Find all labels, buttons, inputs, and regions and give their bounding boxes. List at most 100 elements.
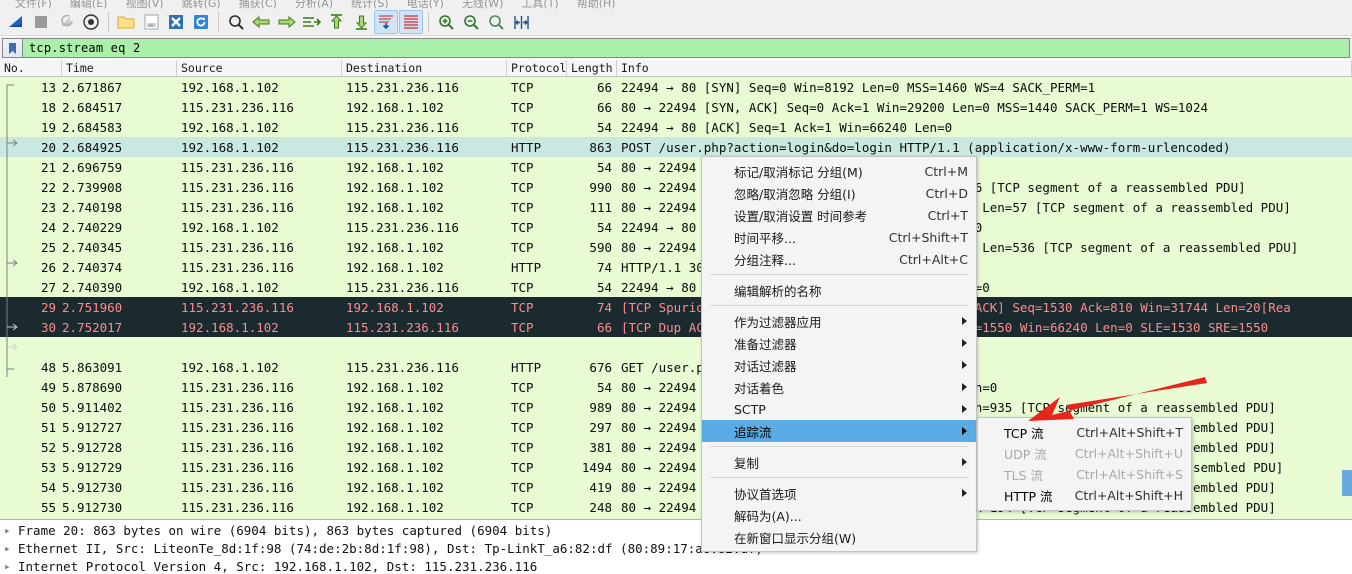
auto-scroll-icon[interactable] [374,10,398,34]
context-menu-item[interactable]: 时间平移... Ctrl+Shift+T [702,226,976,248]
follow-stream-item[interactable]: HTTP 流 Ctrl+Alt+Shift+H [978,485,1191,506]
packet-cell-no: 26 [40,259,56,275]
context-menu-item[interactable]: 设置/取消设置 时间参考 Ctrl+T [702,204,976,226]
column-header-time[interactable]: Time [62,60,177,76]
follow-stream-submenu[interactable]: TCP 流 Ctrl+Alt+Shift+T UDP 流 Ctrl+Alt+Shift… [977,417,1192,511]
packet-list-scrollbar-thumb[interactable] [1342,470,1352,496]
menu-go[interactable]: 跳转(G) [173,0,230,9]
column-header-protocol[interactable]: Protocol [507,60,567,76]
packet-cell-protocol: TCP [511,479,534,495]
menu-file[interactable]: 文件(F) [6,0,61,9]
context-menu-item[interactable]: 协议首选项 [702,482,976,504]
packet-details-pane[interactable]: ▸ Frame 20: 863 bytes on wire (6904 bits… [0,521,1352,574]
menu-edit[interactable]: 编辑(E) [61,0,117,9]
packet-cell-destination: 192.168.1.102 [346,379,444,395]
table-row[interactable]: 24 2.740229 192.168.1.102 115.231.236.116 TC… [0,217,1352,237]
column-header-info[interactable]: Info [617,60,1352,76]
context-menu-item[interactable]: 对话着色 [702,376,976,398]
menu-wireless[interactable]: 无线(W) [453,0,512,9]
table-row[interactable]: 13 2.671867 192.168.1.102 115.231.236.116 TC… [0,77,1352,97]
follow-stream-item[interactable]: TCP 流 Ctrl+Alt+Shift+T [978,422,1191,443]
start-capture-icon[interactable] [4,10,28,34]
go-to-last-icon[interactable] [349,10,373,34]
context-menu-item[interactable]: 作为过滤器应用 [702,310,976,332]
capture-options-icon[interactable] [79,10,103,34]
context-menu-item[interactable]: 对话过滤器 [702,354,976,376]
context-menu-item[interactable]: 在新窗口显示分组(W) [702,526,976,548]
context-menu-item[interactable]: 追踪流 [702,420,976,442]
stop-capture-icon[interactable] [29,10,53,34]
chevron-right-icon[interactable]: ▸ [4,542,18,555]
context-menu-item[interactable]: 复制 [702,451,976,473]
save-file-icon[interactable]: xls [139,10,163,34]
table-row[interactable]: 27 2.740390 192.168.1.102 115.231.236.116 TC… [0,277,1352,297]
table-row[interactable]: 25 2.740345 115.231.236.116 192.168.1.102 TC… [0,237,1352,257]
context-menu-item[interactable]: 编辑解析的名称 [702,279,976,301]
column-header-source[interactable]: Source [177,60,342,76]
table-row[interactable]: 26 2.740374 115.231.236.116 192.168.1.102 HT… [0,257,1352,277]
table-row[interactable]: 48 5.863091 192.168.1.102 115.231.236.116 HT… [0,357,1352,377]
context-menu-item[interactable]: 忽略/取消忽略 分组(I) Ctrl+D [702,182,976,204]
table-row[interactable]: 21 2.696759 115.231.236.116 192.168.1.102 TC… [0,157,1352,177]
menu-help[interactable]: 帮助(H) [568,0,625,9]
table-row[interactable]: 29 2.751960 115.231.236.116 192.168.1.102 TC… [0,297,1352,317]
colorize-icon[interactable] [399,10,423,34]
bookmark-icon[interactable] [3,39,23,57]
resize-columns-icon[interactable] [509,10,533,34]
open-file-icon[interactable] [114,10,138,34]
packet-cell-protocol: TCP [507,520,567,521]
table-row[interactable]: 30 2.752017 192.168.1.102 115.231.236.116 TC… [0,317,1352,337]
packet-cell-length: 66 [596,319,612,335]
restart-capture-icon[interactable] [54,10,78,34]
menu-tools[interactable]: 工具(T) [512,0,567,9]
packet-cell-time: 2.740229 [62,219,123,235]
context-menu-item[interactable]: 准备过滤器 [702,332,976,354]
go-back-icon[interactable] [249,10,273,34]
context-menu-item[interactable]: 标记/取消标记 分组(M) Ctrl+M [702,160,976,182]
packet-context-menu[interactable]: 标记/取消标记 分组(M) Ctrl+M 忽略/取消忽略 分组(I) Ctrl+D 设置… [701,156,977,552]
go-forward-icon[interactable] [274,10,298,34]
find-packet-icon[interactable] [224,10,248,34]
zoom-in-icon[interactable] [434,10,458,34]
menu-telephony[interactable]: 电话(Y) [398,0,453,9]
chevron-right-icon[interactable]: ▸ [4,560,18,573]
go-to-packet-icon[interactable] [299,10,323,34]
context-menu-item[interactable]: 分组注释... Ctrl+Alt+C [702,248,976,270]
table-row[interactable]: 23 2.740198 115.231.236.116 192.168.1.102 TC… [0,197,1352,217]
table-row[interactable]: 565.912731115.231.236.116192.168.1.102TC… [0,517,1352,521]
reload-file-icon[interactable] [189,10,213,34]
zoom-reset-icon[interactable] [484,10,508,34]
packet-cell-no: 50 [40,399,56,415]
column-header-no[interactable]: No. [0,60,62,76]
table-row[interactable]: 19 2.684583 192.168.1.102 115.231.236.116 TC… [0,117,1352,137]
chevron-right-icon[interactable]: ▸ [4,524,18,537]
display-filter-input[interactable]: tcp.stream eq 2 [2,38,1350,58]
menu-statistics[interactable]: 统计(S) [342,0,398,9]
column-header-length[interactable]: Length [567,60,617,76]
packet-cell-no: 13 [40,79,56,95]
menu-capture[interactable]: 捕获(C) [230,0,286,9]
packet-cell-length: 1494 [581,459,612,475]
packet-cell-length: 590 [589,239,612,255]
table-row[interactable]: 49 5.878690 115.231.236.116 192.168.1.102 TC… [0,377,1352,397]
follow-stream-item-shortcut: Ctrl+Alt+Shift+H [1074,488,1183,503]
table-row[interactable]: 22 2.739908 115.231.236.116 192.168.1.102 TC… [0,177,1352,197]
go-to-first-icon[interactable] [324,10,348,34]
display-filter-value[interactable]: tcp.stream eq 2 [23,41,1349,55]
detail-row-ethernet[interactable]: ▸ Ethernet II, Src: LiteonTe_8d:1f:98 (7… [0,539,1352,557]
context-menu-item-label: 追踪流 [734,424,772,440]
table-row[interactable]: 18 2.684517 115.231.236.116 192.168.1.102 TC… [0,97,1352,117]
context-menu-item[interactable]: 解码为(A)... [702,504,976,526]
detail-row-frame[interactable]: ▸ Frame 20: 863 bytes on wire (6904 bits… [0,521,1352,539]
detail-row-ipv4[interactable]: ▸ Internet Protocol Version 4, Src: 192.… [0,557,1352,574]
close-file-icon[interactable] [164,10,188,34]
column-header-destination[interactable]: Destination [342,60,507,76]
menu-view[interactable]: 视图(V) [116,0,172,9]
packet-cell-time: 5.912731 [62,520,177,521]
table-row[interactable]: 50 5.911402 115.231.236.116 192.168.1.102 TC… [0,397,1352,417]
packet-cell-no: 51 [40,419,56,435]
zoom-out-icon[interactable] [459,10,483,34]
menu-analyze[interactable]: 分析(A) [286,0,342,9]
table-row[interactable]: 20 2.684925 192.168.1.102 115.231.236.116 HT… [0,137,1352,157]
context-menu-item[interactable]: SCTP [702,398,976,420]
